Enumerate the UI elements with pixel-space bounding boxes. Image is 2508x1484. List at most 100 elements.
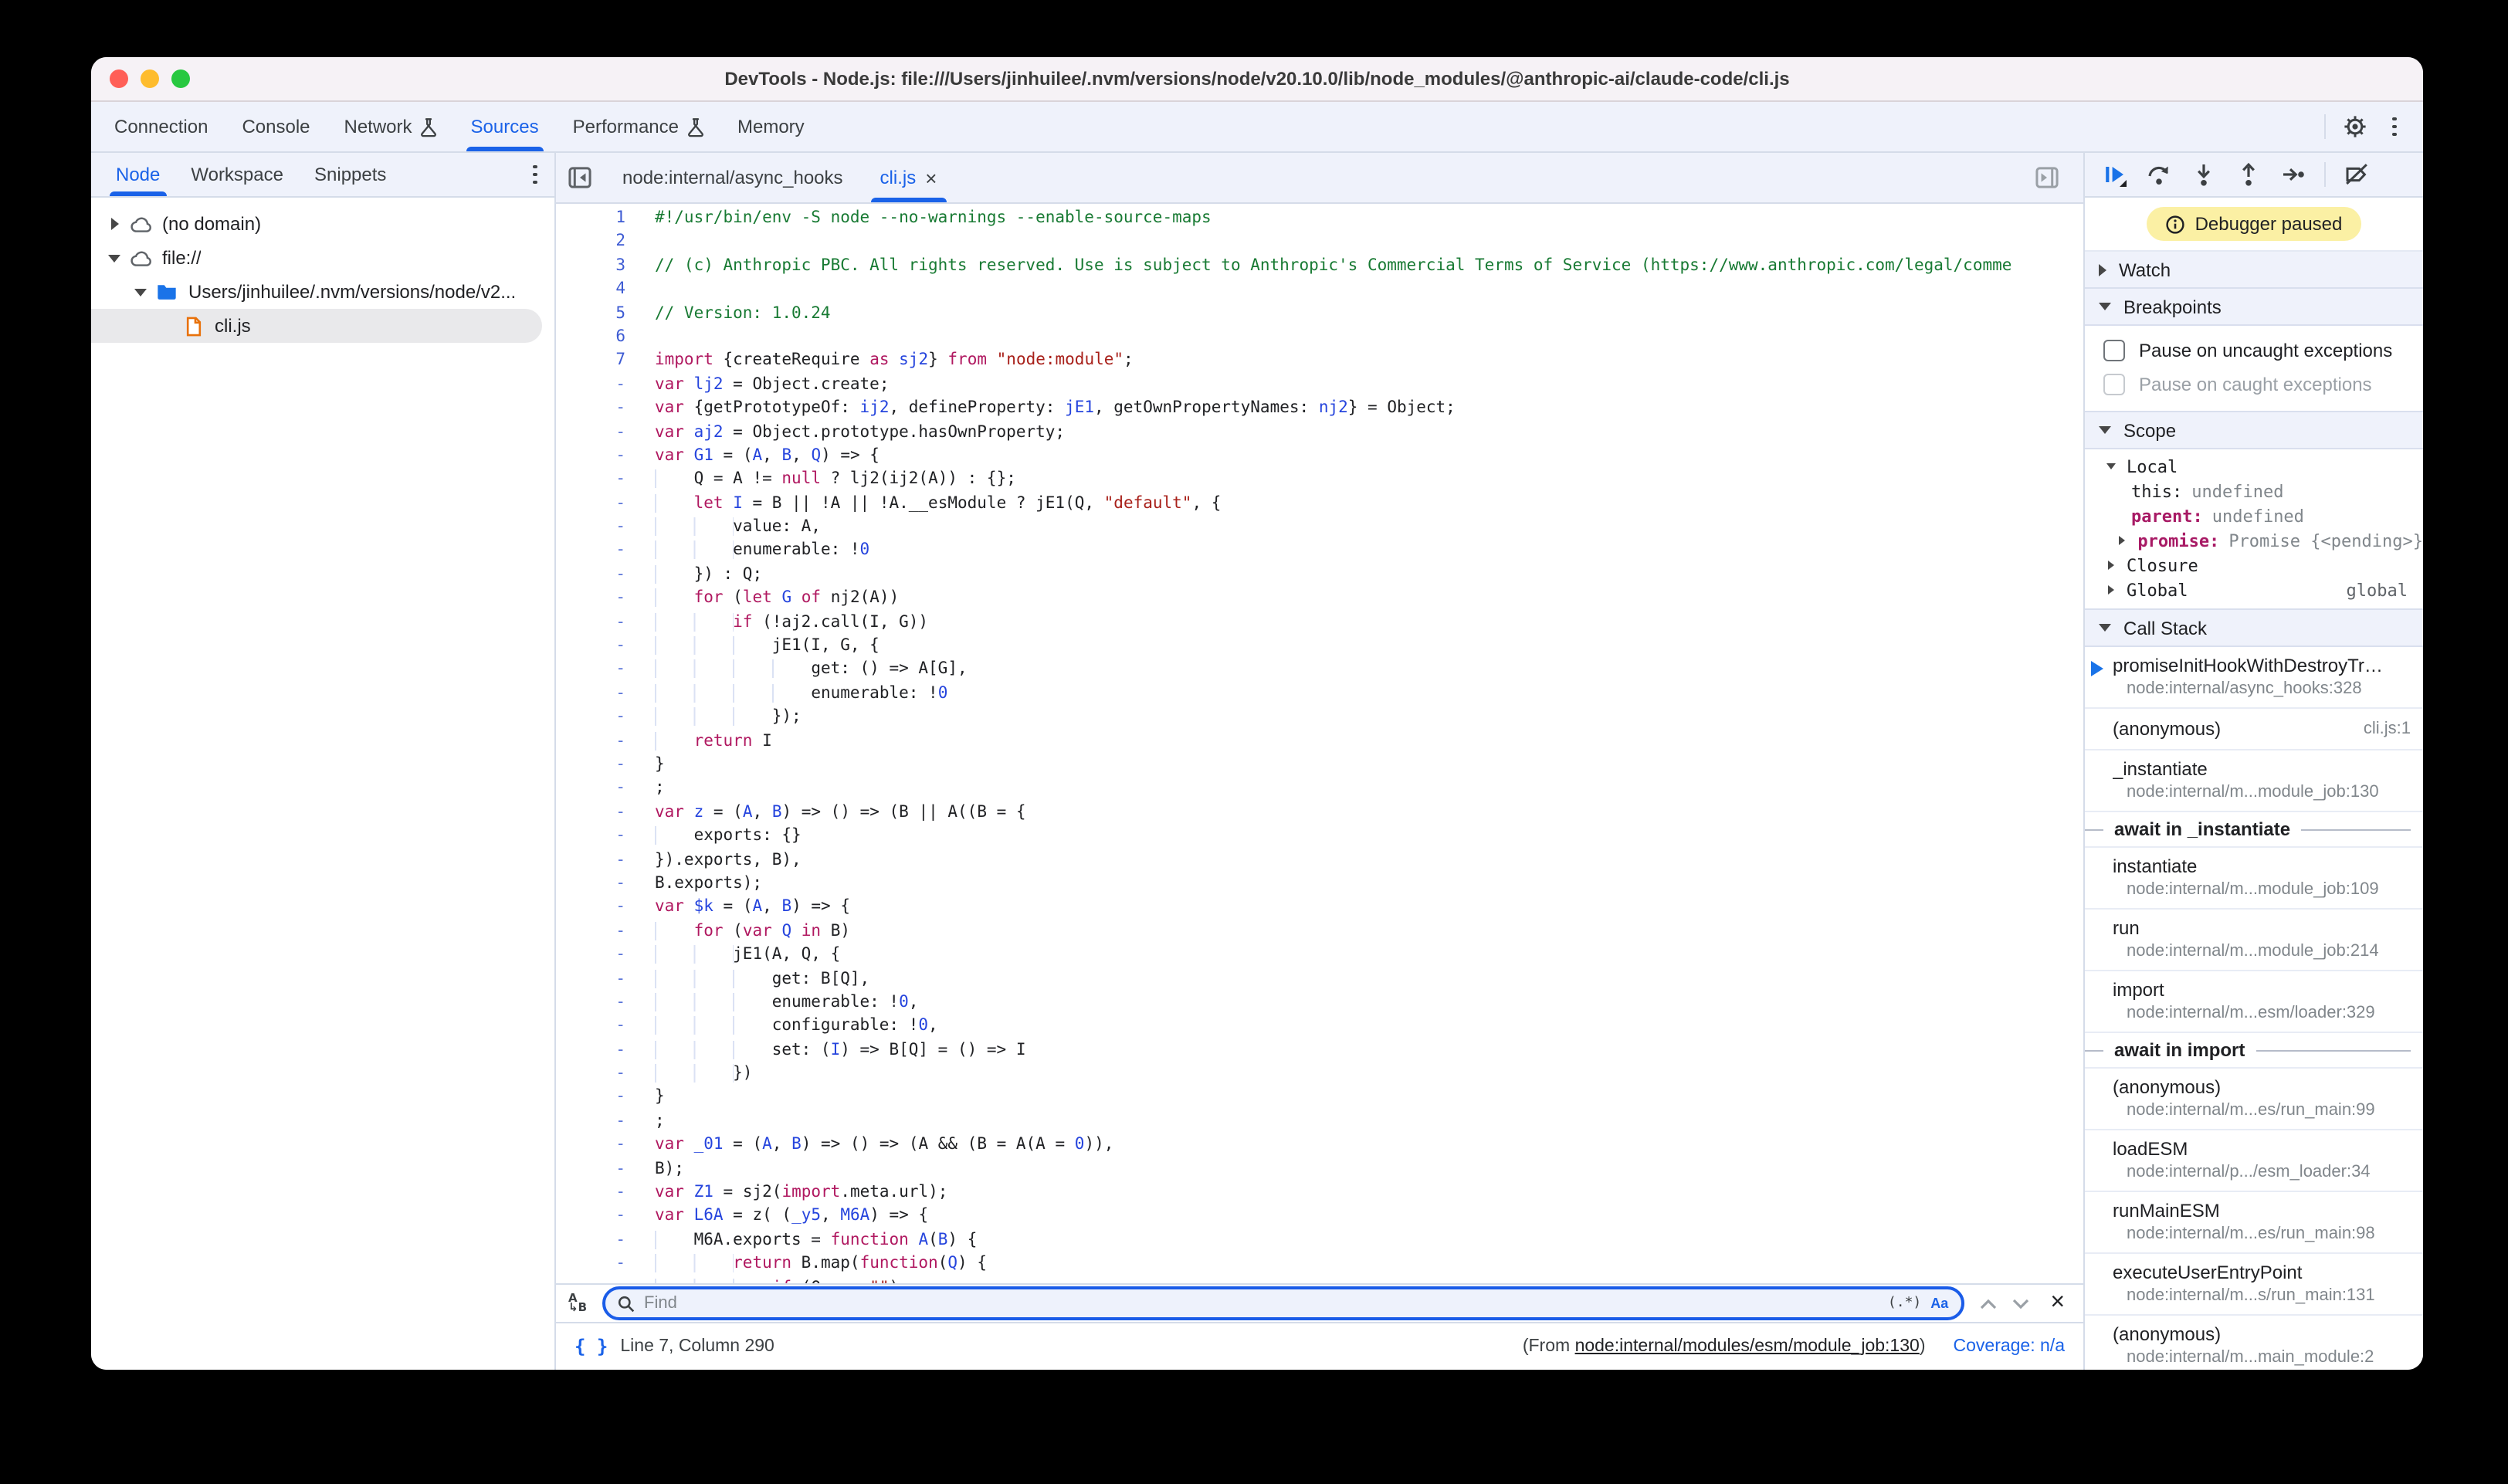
code-line[interactable]: - jE1(A, Q, {: [556, 944, 2083, 967]
sidebar-tab-snippets[interactable]: Snippets: [299, 153, 402, 196]
window-controls[interactable]: [110, 69, 190, 88]
tree-item-cli-js[interactable]: cli.js: [91, 309, 542, 343]
line-number-gutter[interactable]: 4: [556, 278, 655, 302]
code-line[interactable]: - return B.map(function(Q) {: [556, 1252, 2083, 1276]
code-line[interactable]: -B);: [556, 1157, 2083, 1181]
line-number-gutter[interactable]: -: [556, 588, 655, 612]
code-line[interactable]: -var aj2 = Object.prototype.hasOwnProper…: [556, 421, 2083, 445]
code-line[interactable]: - for (var Q in B): [556, 920, 2083, 944]
settings-gear-icon[interactable]: [2342, 113, 2370, 141]
code-line[interactable]: - });: [556, 706, 2083, 730]
line-number-gutter[interactable]: -: [556, 944, 655, 967]
more-options-icon[interactable]: [2385, 110, 2405, 143]
line-number-gutter[interactable]: -: [556, 801, 655, 825]
code-line[interactable]: - if (Q === ""): [556, 1276, 2083, 1283]
code-editor[interactable]: 1#!/usr/bin/env -S node --no-warnings --…: [556, 204, 2083, 1283]
source-map-link[interactable]: node:internal/modules/esm/module_job:130: [1575, 1337, 1920, 1356]
line-number-gutter[interactable]: -: [556, 611, 655, 635]
tab-performance[interactable]: Performance: [556, 102, 720, 151]
code-line[interactable]: - get: () => A[G],: [556, 659, 2083, 683]
tree-item-no-domain[interactable]: (no domain): [91, 207, 554, 241]
code-line[interactable]: - M6A.exports = function A(B) {: [556, 1229, 2083, 1253]
code-line[interactable]: -;: [556, 1110, 2083, 1134]
find-close-button[interactable]: ×: [2050, 1291, 2065, 1316]
tab-sources[interactable]: Sources: [454, 102, 556, 151]
code-line[interactable]: -var L6A = z( (_y5, M6A) => {: [556, 1205, 2083, 1229]
close-tab-icon[interactable]: ×: [925, 168, 937, 188]
step-into-button[interactable]: [2190, 161, 2218, 188]
line-number-gutter[interactable]: -: [556, 1229, 655, 1253]
line-number-gutter[interactable]: -: [556, 706, 655, 730]
line-number-gutter[interactable]: -: [556, 1110, 655, 1134]
line-number-gutter[interactable]: -: [556, 540, 655, 564]
line-number-gutter[interactable]: -: [556, 920, 655, 944]
code-line[interactable]: -var Z1 = sj2(import.meta.url);: [556, 1181, 2083, 1205]
code-line[interactable]: -}).exports, B),: [556, 849, 2083, 872]
sidebar-tab-workspace[interactable]: Workspace: [175, 153, 299, 196]
call-stack-frame-anonymous[interactable]: (anonymous)node:internal/m...main_module…: [2085, 1316, 2423, 1370]
find-previous-button[interactable]: [1979, 1298, 1996, 1309]
code-line[interactable]: - enumerable: !0,: [556, 991, 2083, 1015]
line-number-gutter[interactable]: 6: [556, 326, 655, 350]
code-line[interactable]: - value: A,: [556, 516, 2083, 540]
call-stack-frame-promiseinithookwithdestroytr[interactable]: promiseInitHookWithDestroyTr…node:intern…: [2085, 647, 2423, 709]
call-stack-frame-import[interactable]: importnode:internal/m...esm/loader:329: [2085, 971, 2423, 1033]
section-call-stack[interactable]: Call Stack: [2085, 610, 2423, 647]
line-number-gutter[interactable]: 5: [556, 302, 655, 326]
tab-connection[interactable]: Connection: [97, 102, 225, 151]
code-line[interactable]: - if (!aj2.call(I, G)): [556, 611, 2083, 635]
breakpoint-option-pause-on-uncaught-exceptions[interactable]: Pause on uncaught exceptions: [2085, 334, 2423, 368]
line-number-gutter[interactable]: -: [556, 778, 655, 801]
line-number-gutter[interactable]: -: [556, 1086, 655, 1110]
line-number-gutter[interactable]: -: [556, 872, 655, 896]
code-line[interactable]: -}: [556, 754, 2083, 778]
code-line[interactable]: -var lj2 = Object.create;: [556, 373, 2083, 397]
line-number-gutter[interactable]: -: [556, 469, 655, 493]
scope-row-global[interactable]: Globalglobal: [2085, 578, 2423, 602]
call-stack-frame-anonymous[interactable]: (anonymous)cli.js:1: [2085, 709, 2423, 750]
section-scope[interactable]: Scope: [2085, 412, 2423, 449]
code-line[interactable]: 2: [556, 231, 2083, 255]
step-button[interactable]: [2279, 161, 2307, 188]
line-number-gutter[interactable]: -: [556, 967, 655, 991]
code-line[interactable]: -var _01 = (A, B) => () => (A && (B = A(…: [556, 1133, 2083, 1157]
zoom-window-button[interactable]: [171, 69, 190, 88]
line-number-gutter[interactable]: -: [556, 825, 655, 849]
code-line[interactable]: - set: (I) => B[Q] = () => I: [556, 1038, 2083, 1062]
regex-toggle-button[interactable]: (.*): [1888, 1296, 1921, 1311]
replace-toggle-icon[interactable]: A↳B: [568, 1293, 587, 1313]
code-line[interactable]: 1#!/usr/bin/env -S node --no-warnings --…: [556, 207, 2083, 231]
resume-script-button[interactable]: [2100, 161, 2128, 188]
step-out-button[interactable]: [2235, 161, 2262, 188]
match-case-button[interactable]: Aa: [1930, 1296, 1948, 1311]
code-line[interactable]: -}: [556, 1086, 2083, 1110]
code-line[interactable]: -var {getPrototypeOf: ij2, definePropert…: [556, 397, 2083, 421]
code-line[interactable]: - get: B[Q],: [556, 967, 2083, 991]
code-line[interactable]: -var G1 = (A, B, Q) => {: [556, 445, 2083, 469]
line-number-gutter[interactable]: -: [556, 1252, 655, 1276]
code-line[interactable]: - let I = B || !A || !A.__esModule ? jE1…: [556, 492, 2083, 516]
code-line[interactable]: 4: [556, 278, 2083, 302]
code-line[interactable]: 3// (c) Anthropic PBC. All rights reserv…: [556, 255, 2083, 279]
find-next-button[interactable]: [2011, 1298, 2028, 1309]
collapse-left-panel-icon[interactable]: [556, 167, 604, 188]
line-number-gutter[interactable]: -: [556, 1276, 655, 1283]
line-number-gutter[interactable]: -: [556, 849, 655, 872]
file-tab-cli-js[interactable]: cli.js×: [862, 153, 956, 202]
call-stack-frame-anonymous[interactable]: (anonymous)node:internal/m...es/run_main…: [2085, 1069, 2423, 1130]
call-stack-frame-runmainesm[interactable]: runMainESMnode:internal/m...es/run_main:…: [2085, 1192, 2423, 1254]
coverage-link[interactable]: Coverage: n/a: [1954, 1337, 2066, 1356]
line-number-gutter[interactable]: -: [556, 421, 655, 445]
code-line[interactable]: - exports: {}: [556, 825, 2083, 849]
code-line[interactable]: - enumerable: !0: [556, 540, 2083, 564]
file-tab-node-internal-async-hooks[interactable]: node:internal/async_hooks: [604, 153, 862, 202]
code-line[interactable]: -var z = (A, B) => () => (B || A((B = {: [556, 801, 2083, 825]
code-line[interactable]: 7import {createRequire as sj2} from "nod…: [556, 350, 2083, 374]
line-number-gutter[interactable]: -: [556, 1157, 655, 1181]
code-line[interactable]: -;: [556, 778, 2083, 801]
line-number-gutter[interactable]: -: [556, 373, 655, 397]
tree-item-users-jinhuilee-nvm-versions-node-v2[interactable]: Users/jinhuilee/.nvm/versions/node/v2...: [91, 275, 554, 309]
code-line[interactable]: - enumerable: !0: [556, 683, 2083, 706]
code-line[interactable]: -var $k = (A, B) => {: [556, 896, 2083, 920]
code-line[interactable]: - jE1(I, G, {: [556, 635, 2083, 659]
